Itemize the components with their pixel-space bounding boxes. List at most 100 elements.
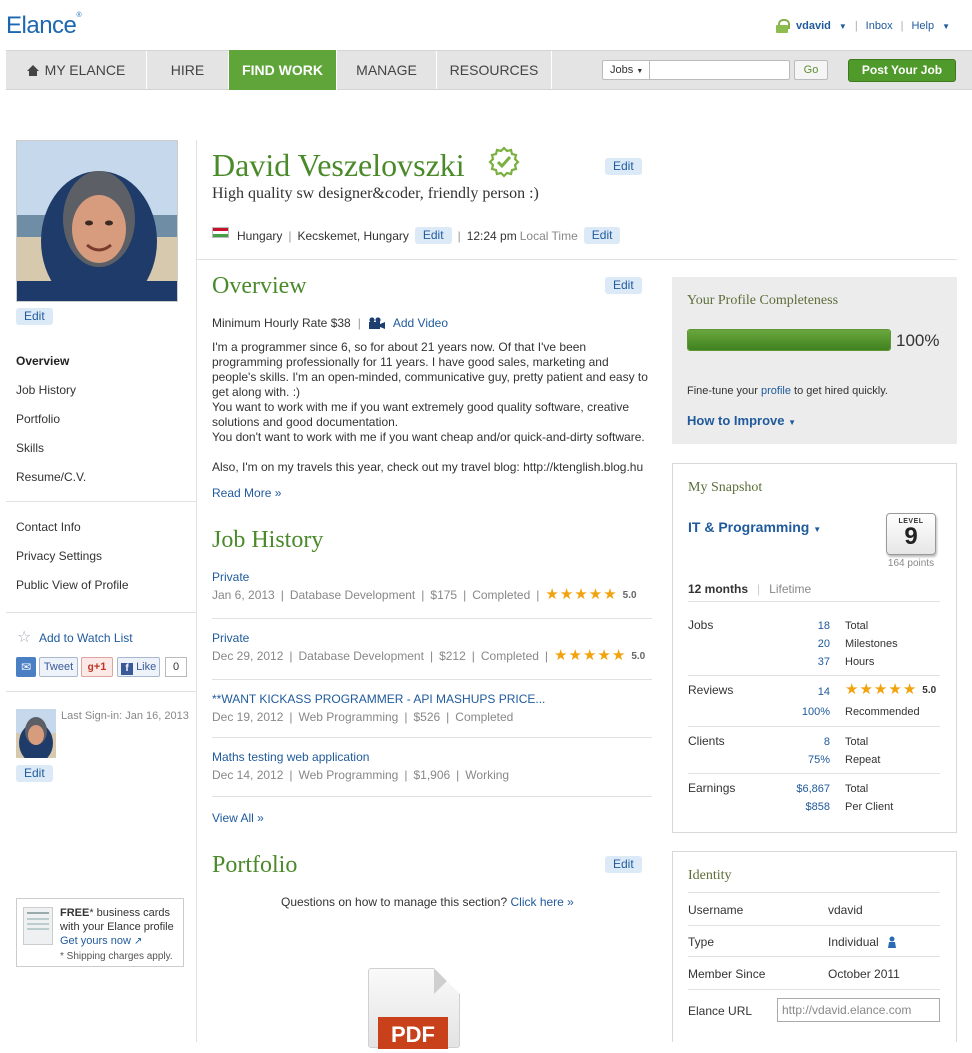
sidebar-item-privacy-settings[interactable]: Privacy Settings — [16, 549, 102, 563]
email-share-icon[interactable]: ✉ — [16, 657, 36, 677]
job-status: Completed — [455, 710, 514, 724]
profile-link[interactable]: profile — [761, 385, 791, 397]
post-job-button[interactable]: Post Your Job — [848, 59, 956, 82]
chevron-down-icon[interactable]: ▼ — [942, 22, 950, 31]
watch-list-link[interactable]: ☆ Add to Watch List — [17, 630, 133, 646]
location-line: Hungary | Kecskemet, Hungary Edit | 12:2… — [237, 227, 621, 244]
like-label: Like — [136, 661, 157, 673]
add-video-link[interactable]: Add Video — [393, 316, 448, 330]
search-input[interactable] — [649, 60, 790, 80]
sidebar-item-contact-info[interactable]: Contact Info — [16, 520, 81, 534]
portfolio-click-here-link[interactable]: Click here » — [510, 895, 573, 909]
job-title-link[interactable]: Private — [212, 570, 249, 584]
job-title-link[interactable]: **WANT KICKASS PROGRAMMER - API MASHUPS … — [212, 692, 545, 706]
snapshot-number[interactable]: $858 — [770, 801, 830, 813]
star-icon: ★ — [545, 586, 559, 603]
job-title-link[interactable]: Private — [212, 631, 249, 645]
promo-line2: with your Elance profile — [60, 921, 174, 933]
pdf-document-icon[interactable]: PDF — [368, 968, 460, 1049]
snapshot-number[interactable]: 18 — [770, 620, 830, 632]
snapshot-number[interactable]: 75% — [770, 754, 830, 766]
identity-label: Member Since — [688, 967, 766, 981]
location-edit-button[interactable]: Edit — [414, 227, 452, 244]
video-camera-icon[interactable] — [368, 316, 386, 330]
tweet-button[interactable]: Tweet — [39, 657, 78, 677]
user-menu[interactable]: vdavid — [796, 20, 831, 32]
view-all-link[interactable]: View All » — [212, 811, 264, 825]
sidebar-item-portfolio[interactable]: Portfolio — [16, 412, 60, 426]
tab-lifetime[interactable]: Lifetime — [769, 582, 811, 596]
name-edit-button[interactable]: Edit — [605, 158, 642, 175]
snapshot-number[interactable]: 100% — [770, 706, 830, 718]
nav-manage[interactable]: MANAGE — [337, 51, 437, 89]
reviews-rating: ★ ★ ★ ★ ★ 5.0 — [845, 681, 936, 698]
level-value: 9 — [904, 523, 918, 550]
job-amount: $1,906 — [413, 768, 451, 782]
snapshot-number[interactable]: 14 — [770, 686, 830, 698]
star-icon: ★ — [568, 647, 582, 664]
tab-12-months[interactable]: 12 months — [688, 582, 748, 596]
chevron-down-icon[interactable]: ▼ — [839, 22, 847, 31]
star-icon: ★ — [597, 647, 611, 664]
job-amount: $175 — [430, 588, 458, 602]
top-links: vdavid ▼ | Inbox | Help ▼ — [776, 19, 950, 33]
snapshot-number[interactable]: 37 — [770, 656, 830, 668]
nav-my-elance[interactable]: MY ELANCE — [6, 51, 147, 89]
how-to-improve-link[interactable]: How to Improve ▼ — [687, 413, 796, 428]
photo-edit-button[interactable]: Edit — [16, 308, 53, 325]
avatar-edit-button[interactable]: Edit — [16, 765, 53, 782]
overview-edit-button[interactable]: Edit — [605, 277, 642, 294]
star-icon: ★ — [902, 681, 917, 698]
business-card-icon — [23, 907, 53, 945]
divider: | — [289, 710, 293, 724]
snapshot-number[interactable]: $6,867 — [770, 783, 830, 795]
divider: | — [456, 768, 460, 782]
registered-mark: ® — [76, 12, 82, 19]
star-icon: ★ — [588, 586, 603, 603]
google-plus-button[interactable]: g+1 — [81, 657, 113, 677]
external-link-icon[interactable]: ↗ — [134, 936, 142, 947]
search-scope-select[interactable]: Jobs ▼ — [602, 60, 650, 80]
promo-text: FREE* business cards with your Elance pr… — [60, 906, 182, 949]
star-icon: ★ — [582, 647, 597, 664]
read-more-link[interactable]: Read More » — [212, 486, 281, 500]
star-icon: ★ — [845, 681, 859, 698]
go-button[interactable]: Go — [794, 60, 828, 80]
sidebar-item-overview[interactable]: Overview — [16, 354, 69, 368]
job-title-link[interactable]: Maths testing web application — [212, 750, 369, 764]
person-photo-graphic — [17, 141, 177, 301]
snapshot-number[interactable]: 20 — [770, 638, 830, 650]
divider: | — [757, 582, 761, 596]
nav-hire[interactable]: HIRE — [147, 51, 229, 89]
rating-stars: ★ ★ ★ ★ ★ — [545, 586, 616, 603]
time-edit-button[interactable]: Edit — [583, 227, 621, 244]
sidebar-item-public-view[interactable]: Public View of Profile — [16, 578, 129, 592]
portfolio-edit-wrap: Edit — [605, 856, 642, 873]
portfolio-edit-button[interactable]: Edit — [605, 856, 642, 873]
identity-value: vdavid — [828, 903, 863, 917]
job-date: Dec 19, 2012 — [212, 710, 284, 724]
search-scope-value: Jobs — [610, 64, 634, 76]
nav-resources[interactable]: RESOURCES — [437, 51, 552, 89]
inbox-link[interactable]: Inbox — [866, 20, 893, 32]
divider: | — [404, 710, 408, 724]
how-to-improve-label: How to Improve — [687, 413, 785, 428]
facebook-like-button[interactable]: f Like — [117, 657, 160, 677]
completeness-percent: 100% — [896, 331, 940, 350]
person-icon — [887, 936, 896, 948]
promo-link[interactable]: Get yours now — [60, 935, 131, 947]
snapshot-number[interactable]: 8 — [770, 736, 830, 748]
sidebar-item-skills[interactable]: Skills — [16, 441, 44, 455]
elance-url-field[interactable] — [777, 998, 940, 1022]
divider: | — [900, 20, 904, 32]
portfolio-question: Questions on how to manage this section? — [281, 895, 508, 909]
elance-logo[interactable]: Elance® — [6, 12, 82, 40]
nav-find-work[interactable]: FIND WORK — [229, 50, 337, 90]
sidebar-item-resume[interactable]: Resume/C.V. — [16, 470, 86, 484]
sidebar-item-job-history[interactable]: Job History — [16, 383, 76, 397]
completeness-tip: Fine-tune your profile to get hired quic… — [687, 385, 888, 397]
help-link[interactable]: Help — [911, 20, 934, 32]
category-dropdown[interactable]: IT & Programming ▼ — [688, 519, 821, 535]
level-points: 164 points — [887, 558, 935, 569]
promo-note: * Shipping charges apply. — [60, 951, 173, 962]
